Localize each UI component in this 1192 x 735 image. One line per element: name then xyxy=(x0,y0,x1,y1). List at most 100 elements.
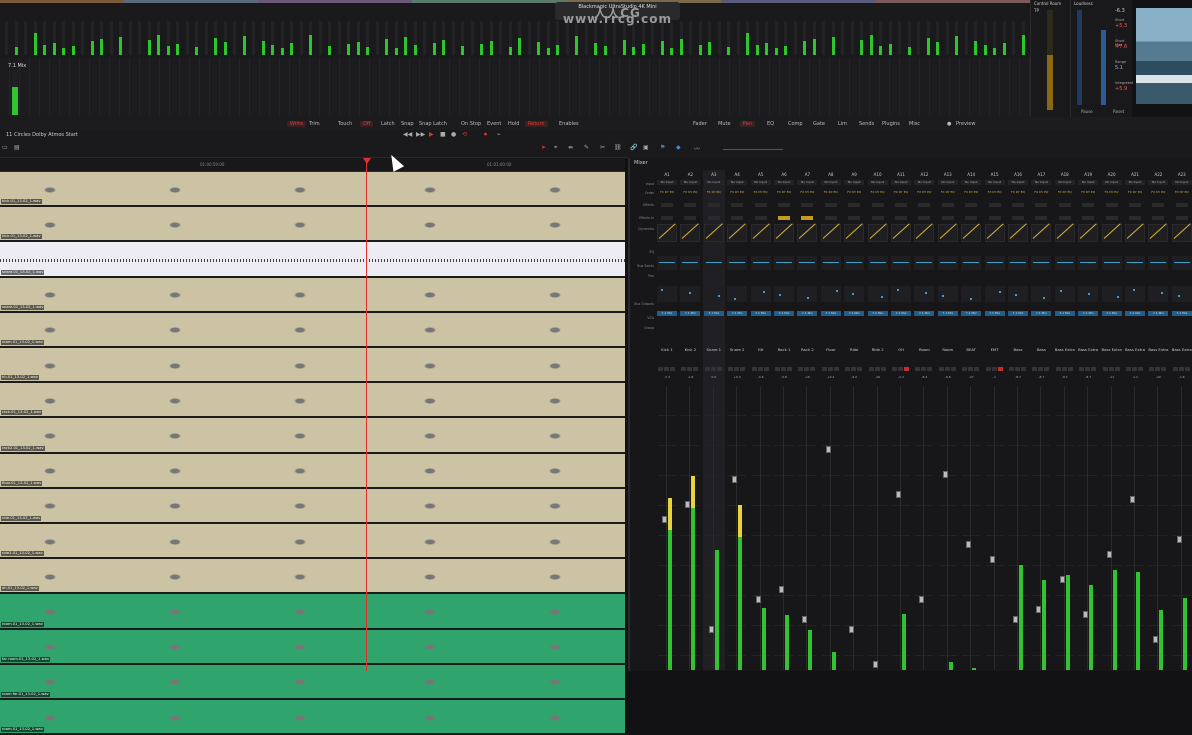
fast-forward-icon[interactable]: ▶▶ xyxy=(416,131,425,138)
pan-control[interactable] xyxy=(657,286,677,302)
fader[interactable] xyxy=(1032,386,1051,670)
fader[interactable] xyxy=(728,386,747,670)
input-selector[interactable]: No Input xyxy=(937,180,958,185)
input-selector[interactable]: No Input xyxy=(750,180,771,185)
reset-button[interactable]: Reset xyxy=(1113,109,1124,114)
record-arm-button[interactable] xyxy=(810,367,816,371)
mute-button[interactable] xyxy=(985,367,991,371)
fader[interactable] xyxy=(681,386,700,670)
fader-cap[interactable] xyxy=(872,661,878,668)
solo-button[interactable] xyxy=(968,367,974,371)
mute-button[interactable] xyxy=(798,367,804,371)
effects-slot[interactable] xyxy=(661,203,673,207)
order-selector[interactable]: FX DY EQ xyxy=(680,190,700,194)
effects-slot[interactable] xyxy=(941,203,954,207)
track-clip[interactable]: hh.01_13-02_1.wav xyxy=(0,348,625,384)
bus-output[interactable]: 7.1 Mix xyxy=(984,311,1005,316)
mute-button[interactable] xyxy=(821,367,827,371)
mixer-channel-strip[interactable]: A6 No Input FX DY EQ 7.1 Mix Rack 1 -5.8 xyxy=(773,170,795,670)
fader[interactable] xyxy=(985,386,1004,670)
waveform-icon[interactable]: 〰 xyxy=(694,144,700,153)
record-arm-button[interactable] xyxy=(1161,367,1167,371)
record-arm-button[interactable] xyxy=(1114,367,1120,371)
pan-control[interactable] xyxy=(1078,286,1099,302)
solo-button[interactable] xyxy=(827,367,833,371)
bus-output[interactable]: 7.1 Mix xyxy=(1125,311,1145,316)
fader[interactable] xyxy=(798,386,817,670)
bus-output[interactable]: 7.1 Mix xyxy=(727,311,748,316)
order-selector[interactable]: FX DY EQ xyxy=(1031,190,1051,194)
mixer-channel-strip[interactable]: A14 No Input FX DY EQ 7.1 Mix BEAT -27 xyxy=(960,170,982,670)
link-clips-icon[interactable]: 🔗 xyxy=(630,144,637,151)
solo-button[interactable] xyxy=(781,367,786,371)
dynamics-graph[interactable] xyxy=(820,223,841,242)
pause-button[interactable]: Pause xyxy=(1081,109,1093,114)
pan-button[interactable]: Pan xyxy=(740,121,756,127)
eq-graph[interactable] xyxy=(680,256,701,270)
order-selector[interactable]: FX DY EQ xyxy=(1172,190,1192,194)
effects-slot[interactable] xyxy=(1035,203,1048,207)
flag-icon[interactable]: ⚑ xyxy=(660,144,665,151)
mixer-channel-strip[interactable]: A3 No Input FX DY EQ 7.1 Mix Snare 1 0.0 xyxy=(702,170,725,670)
mixer-channel-strip[interactable]: A22 No Input FX DY EQ 7.1 Mix Bass Extra -20 xyxy=(1147,170,1169,670)
return-button[interactable]: Return xyxy=(525,121,548,127)
mixer-channel-strip[interactable]: A5 No Input FX DY EQ 7.1 Mix HH -4.6 xyxy=(750,170,772,670)
input-selector[interactable]: No Input xyxy=(727,180,748,185)
solo-button[interactable] xyxy=(710,367,716,371)
fader[interactable] xyxy=(1102,386,1121,670)
eq-graph[interactable] xyxy=(1008,256,1028,270)
fader[interactable] xyxy=(1079,386,1098,670)
track-clip[interactable]: room.01_13-02_1.wav xyxy=(0,594,625,630)
record-arm-button[interactable] xyxy=(693,367,699,371)
order-selector[interactable]: FX DY EQ xyxy=(1008,190,1028,194)
bus-output[interactable]: 7.1 Mix xyxy=(1008,311,1028,316)
bus-output[interactable]: 7.1 Mix xyxy=(1171,311,1192,316)
eq-graph[interactable] xyxy=(844,256,865,270)
fader[interactable] xyxy=(704,386,723,670)
order-selector[interactable]: FX DY EQ xyxy=(1102,190,1122,194)
pan-control[interactable] xyxy=(1171,286,1192,302)
dynamics-graph[interactable] xyxy=(844,223,865,242)
input-selector[interactable]: No Input xyxy=(657,180,677,185)
fader[interactable] xyxy=(938,386,957,670)
mixer-channel-strip[interactable]: A23 No Input FX DY EQ 7.1 Mix Bass Extra -1.6 xyxy=(1171,170,1192,670)
mixer-channel-strip[interactable]: A18 No Input FX DY EQ 7.1 Mix Bass Extra -8.7 xyxy=(1054,170,1076,670)
fader[interactable] xyxy=(915,386,934,670)
effects-in-button[interactable] xyxy=(895,216,907,220)
fader[interactable] xyxy=(658,386,676,670)
effects-in-button[interactable] xyxy=(871,216,884,220)
pan-control[interactable] xyxy=(680,286,701,302)
mute-button[interactable]: Mute xyxy=(718,121,731,127)
effects-in-button[interactable] xyxy=(1152,216,1165,220)
effects-slot[interactable] xyxy=(895,203,907,207)
fader-cap[interactable] xyxy=(662,516,667,523)
solo-button[interactable] xyxy=(944,367,950,371)
eq-graph[interactable] xyxy=(774,256,794,270)
zoom-slider[interactable] xyxy=(723,149,783,150)
dynamics-graph[interactable] xyxy=(937,223,958,242)
dynamics-graph[interactable] xyxy=(680,223,701,242)
mixer-channel-strip[interactable]: A15 No Input FX DY EQ 7.1 Mix EMT -∞ xyxy=(984,170,1006,670)
effects-in-button[interactable] xyxy=(1012,216,1024,220)
write-button[interactable]: Write xyxy=(287,121,307,127)
eq-graph[interactable] xyxy=(1171,256,1192,270)
record-arm-button[interactable] xyxy=(997,367,1003,371)
record-arm-button[interactable] xyxy=(927,367,933,371)
solo-button[interactable] xyxy=(1038,367,1044,371)
fader-cap[interactable] xyxy=(942,471,948,478)
eq-graph[interactable] xyxy=(797,256,818,270)
effects-slot[interactable] xyxy=(1175,203,1188,207)
fader-cap[interactable] xyxy=(732,476,738,483)
eq-graph[interactable] xyxy=(657,256,677,270)
order-selector[interactable]: FX DY EQ xyxy=(938,190,958,194)
bus-output[interactable]: 7.1 Mix xyxy=(1078,311,1099,316)
timeline-ruler[interactable]: 01:00:59:00 01:01:00:00 xyxy=(0,158,625,172)
record-arm-button[interactable] xyxy=(1184,367,1190,371)
fader[interactable] xyxy=(751,386,770,670)
bus-output[interactable]: 7.1 Mix xyxy=(844,311,865,316)
fader[interactable] xyxy=(1055,386,1074,670)
pan-control[interactable] xyxy=(984,286,1005,302)
solo-button[interactable] xyxy=(1061,367,1067,371)
pan-control[interactable] xyxy=(937,286,958,302)
order-selector[interactable]: FX DY EQ xyxy=(704,190,724,194)
